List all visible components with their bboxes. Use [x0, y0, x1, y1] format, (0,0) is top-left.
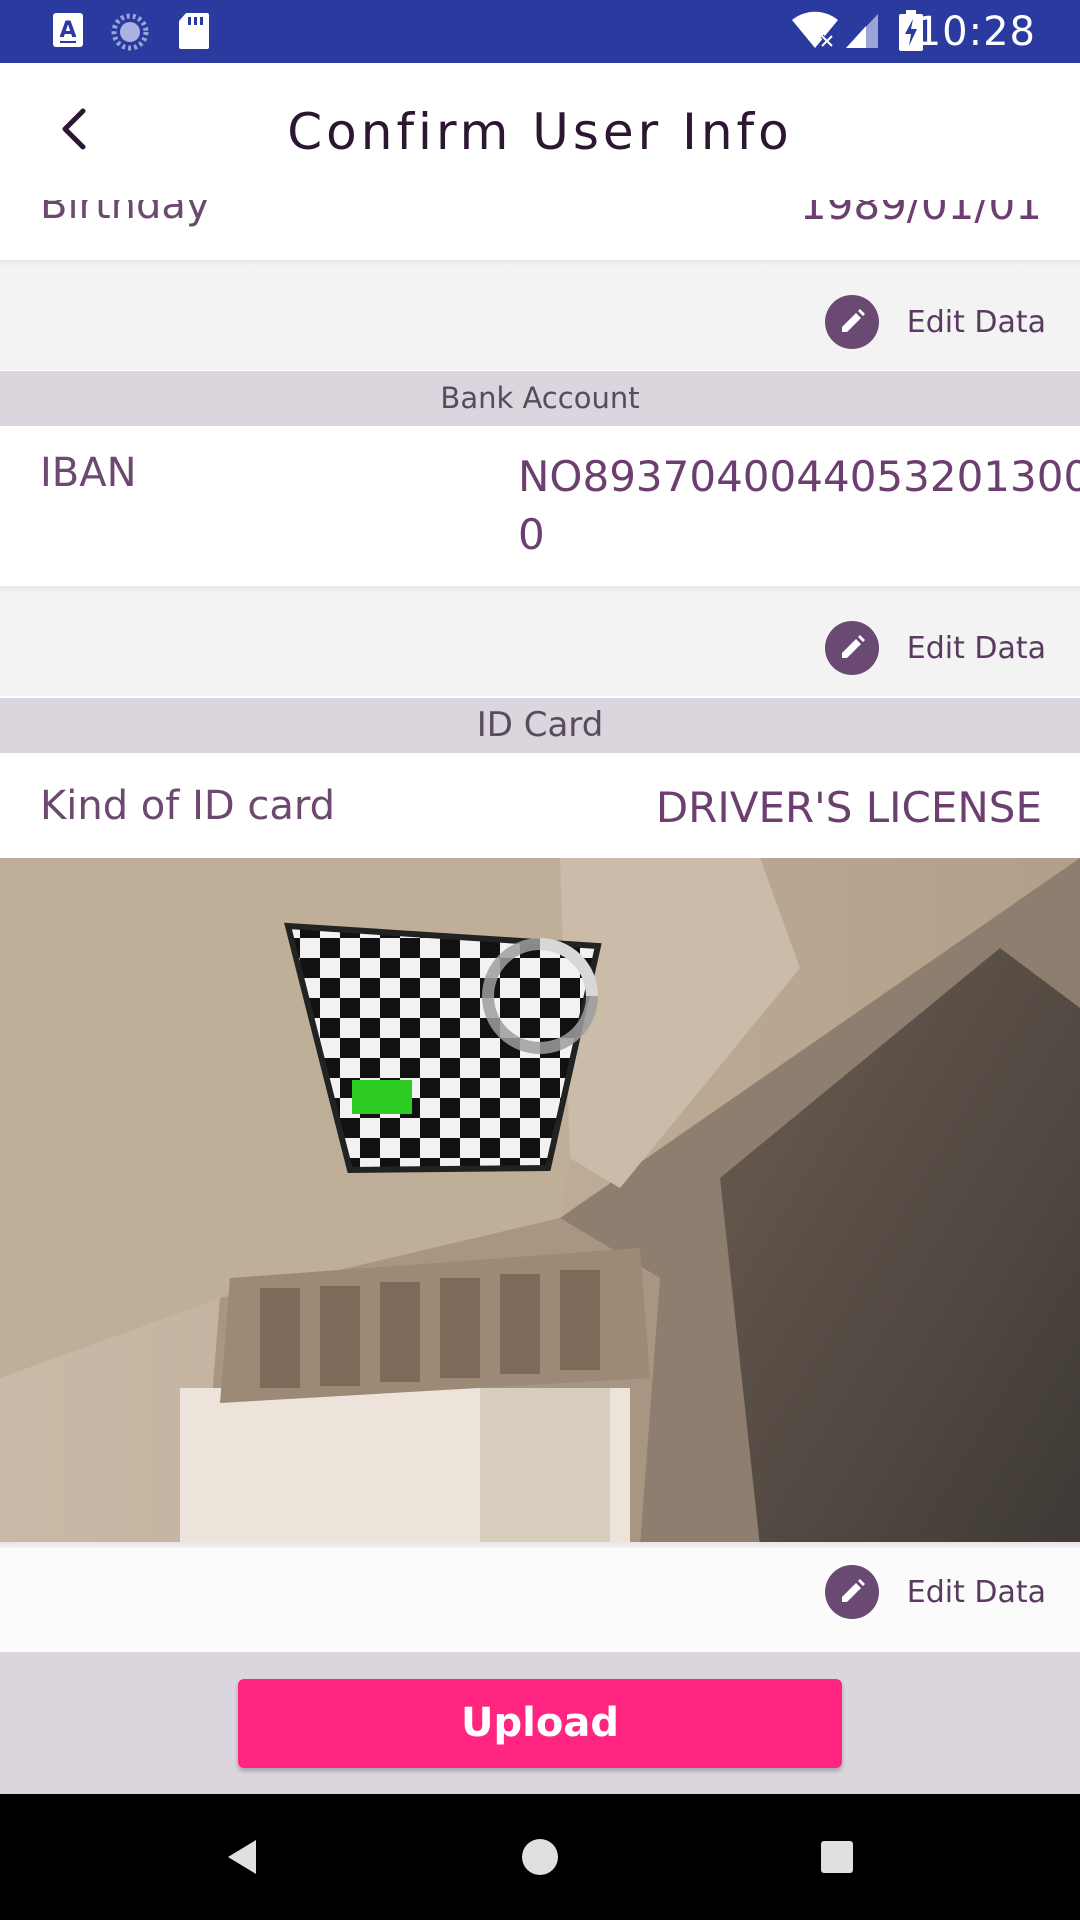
upload-button[interactable]: Upload: [238, 1679, 842, 1768]
edit-personal-data-button[interactable]: Edit Data: [824, 294, 1046, 350]
wifi-icon: [790, 10, 840, 55]
iban-row: IBAN NO8937040044053201300 0: [0, 426, 1080, 584]
svg-text:A: A: [59, 18, 76, 43]
edit-data-label: Edit Data: [906, 1574, 1046, 1610]
personal-edit-bar: Edit Data: [0, 260, 1080, 370]
app-bar: Confirm User Info: [0, 63, 1080, 200]
user-info-scroll[interactable]: Birthday 1989/01/01 Edit Data Bank Accou…: [0, 200, 1080, 1652]
id-card-header: ID Card: [0, 698, 1080, 753]
id-kind-value: DRIVER'S LICENSE: [655, 783, 1042, 832]
bottom-action-area: Upload: [0, 1652, 1080, 1794]
recents-square-icon[interactable]: [812, 1832, 862, 1882]
iban-value: NO8937040044053201300 0: [518, 448, 1080, 564]
edit-data-label: Edit Data: [906, 630, 1046, 666]
home-circle-icon[interactable]: [515, 1832, 565, 1882]
loading-circle-icon: [110, 12, 150, 57]
iban-label: IBAN: [40, 450, 137, 496]
pencil-icon: [824, 621, 879, 675]
pencil-icon: [824, 1565, 879, 1619]
sd-card-icon: [178, 12, 210, 55]
bank-edit-bar: Edit Data: [0, 586, 1080, 696]
edit-id-card-data-button[interactable]: Edit Data: [824, 1564, 1046, 1620]
page-title: Confirm User Info: [287, 103, 793, 161]
edit-bank-data-button[interactable]: Edit Data: [824, 620, 1046, 676]
id-card-photo: [0, 858, 1080, 1546]
cell-signal-icon: [844, 12, 880, 55]
back-triangle-icon[interactable]: [218, 1832, 268, 1882]
id-kind-row: Kind of ID card DRIVER'S LICENSE: [0, 753, 1080, 858]
birthday-label: Birthday: [40, 200, 210, 228]
system-nav-bar: [0, 1794, 1080, 1920]
a-notification-icon: A: [52, 12, 84, 53]
iban-value-line1: NO8937040044053201300: [518, 452, 1080, 501]
birthday-value: 1989/01/01: [799, 200, 1042, 229]
edit-data-label: Edit Data: [906, 304, 1046, 340]
id-card-edit-bar: Edit Data: [0, 1542, 1080, 1652]
bank-account-header: Bank Account: [0, 371, 1080, 426]
clock: 10:28: [915, 9, 1036, 55]
status-bar: A 10:28: [0, 0, 1080, 63]
screen: A 10:28 Confirm User Info Birthday 1989/…: [0, 0, 1080, 1920]
id-kind-label: Kind of ID card: [40, 783, 336, 829]
iban-value-line2: 0: [518, 510, 545, 559]
birthday-row: Birthday 1989/01/01: [0, 200, 1080, 260]
pencil-icon: [824, 295, 879, 349]
